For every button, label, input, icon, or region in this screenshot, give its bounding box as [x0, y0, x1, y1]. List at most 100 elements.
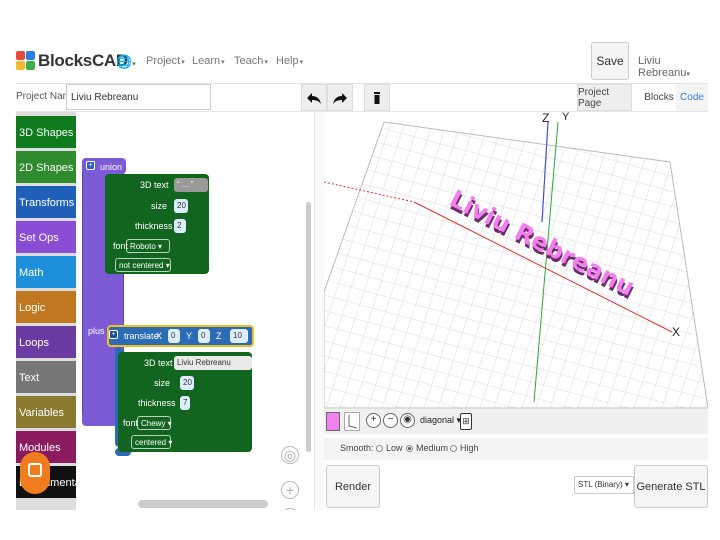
translate-z-label: Z: [216, 331, 222, 341]
viewer-toolbar: + − ◉ diagonal ▾ ⊞: [324, 408, 708, 434]
export-format-select[interactable]: STL (Binary) ▾: [574, 476, 634, 494]
menu-learn[interactable]: Learn▾: [192, 55, 225, 67]
text1-align-dropdown[interactable]: not centered ▾: [115, 258, 171, 272]
user-menu[interactable]: Liviu Rebreanu▾: [638, 55, 708, 79]
toolbox-category-2d-shapes[interactable]: 2D Shapes: [16, 151, 76, 183]
text1-thickness-label: thickness: [135, 221, 173, 231]
text1-label: 3D text: [140, 180, 169, 190]
text1-size-field[interactable]: 20: [174, 199, 188, 213]
toolbox-category-variables[interactable]: Variables: [16, 396, 76, 428]
recenter-icon[interactable]: ◎: [281, 446, 299, 464]
render-button[interactable]: Render: [326, 465, 380, 508]
grid-plane: [324, 122, 708, 408]
toolbox: 3D Shapes 2D Shapes Transforms Set Ops Math L…: [16, 112, 76, 510]
workspace-vertical-scrollbar[interactable]: [306, 202, 311, 452]
union-label: union: [100, 162, 123, 172]
text2-size-label: size: [154, 378, 171, 388]
axis-x-label: X: [672, 325, 680, 339]
menu-learn-label: Learn: [192, 55, 221, 67]
help-chat-button[interactable]: [20, 452, 50, 494]
translate-y-field[interactable]: 0: [198, 329, 210, 343]
screenshot-icon[interactable]: ⊞: [460, 413, 472, 430]
text2-thickness-field[interactable]: 7: [180, 396, 190, 410]
generate-stl-button[interactable]: Generate STL: [634, 465, 708, 508]
export-format-value: STL (Binary): [578, 480, 623, 489]
text2-font-dropdown[interactable]: Chewy ▾: [137, 416, 172, 430]
text2-label: 3D text: [144, 358, 173, 368]
radio-medium-icon: [406, 445, 413, 452]
export-bar: Render STL (Binary) ▾ Generate STL: [324, 462, 708, 510]
translate-z-field[interactable]: 10: [230, 329, 248, 343]
text2-size-field[interactable]: 20: [180, 376, 194, 390]
text2-align-dropdown[interactable]: centered ▾: [131, 435, 172, 449]
smooth-low-radio[interactable]: Low: [376, 443, 403, 453]
tab-blocks[interactable]: Blocks: [642, 84, 676, 111]
zoom-out-icon[interactable]: −: [281, 508, 299, 510]
brand-name: BlocksCAD: [38, 51, 128, 70]
tab-code[interactable]: Code: [676, 84, 708, 111]
redo-button[interactable]: [327, 84, 353, 111]
menu-project-label: Project: [146, 55, 181, 67]
text1-align-value: not centered: [119, 261, 164, 270]
smooth-medium-radio[interactable]: Medium: [406, 443, 448, 453]
delete-button[interactable]: [364, 84, 390, 111]
blocks-workspace[interactable]: 3D Shapes 2D Shapes Transforms Set Ops Math L…: [16, 112, 308, 510]
toolbox-category-math[interactable]: Math: [16, 256, 76, 288]
text2-font-label: font: [123, 418, 139, 428]
zoom-out-view-icon[interactable]: −: [383, 413, 398, 428]
translate-label: translate: [124, 331, 159, 341]
translate-x-field[interactable]: 0: [168, 329, 180, 343]
text1-font-value: Roboto: [130, 242, 156, 251]
translate-mutator-icon[interactable]: +: [109, 330, 118, 339]
render-canvas[interactable]: Z Y X Liviu Rebreanu Liviu Rebreanu: [324, 112, 708, 408]
undo-arrow-icon: [307, 92, 321, 104]
toolbox-category-transforms[interactable]: Transforms: [16, 186, 76, 218]
project-name-input[interactable]: [66, 84, 211, 110]
toolbox-category-3d-shapes[interactable]: 3D Shapes: [16, 116, 76, 148]
smooth-medium-label: Medium: [416, 443, 449, 453]
blockscad-logo[interactable]: BlocksCAD: [16, 50, 128, 72]
color-swatch[interactable]: [326, 412, 340, 431]
translate-y-label: Y: [186, 331, 193, 341]
translate-x-label: X: [156, 331, 163, 341]
undo-button[interactable]: [301, 84, 327, 111]
zoom-in-view-icon[interactable]: +: [366, 413, 381, 428]
menu-project[interactable]: Project▾: [146, 55, 185, 67]
axes-toggle-icon[interactable]: [344, 412, 360, 431]
text1-size-label: size: [151, 201, 168, 211]
project-page-button[interactable]: Project Page: [577, 84, 632, 111]
menu-teach-label: Teach: [234, 55, 264, 67]
language-globe-icon[interactable]: 🌐▾: [116, 54, 136, 70]
trash-icon: [374, 91, 380, 104]
mutator-icon[interactable]: +: [86, 161, 95, 170]
menu-teach[interactable]: Teach▾: [234, 55, 268, 67]
workspace-horizontal-scrollbar[interactable]: [138, 500, 268, 508]
toolbox-category-loops[interactable]: Loops: [16, 326, 76, 358]
panel-divider[interactable]: [314, 112, 324, 510]
smooth-label: Smooth:: [340, 443, 374, 453]
radio-high-icon: [450, 445, 457, 452]
smooth-high-radio[interactable]: High: [450, 443, 479, 453]
toolbox-category-set-ops[interactable]: Set Ops: [16, 221, 76, 253]
smooth-high-label: High: [460, 443, 479, 453]
zoom-in-icon[interactable]: +: [281, 481, 299, 499]
text1-font-dropdown[interactable]: Roboto ▾: [126, 239, 170, 253]
view-mode-dropdown[interactable]: diagonal ▾: [420, 415, 461, 426]
text2-thickness-label: thickness: [138, 398, 176, 408]
chat-bubble-icon: [28, 463, 42, 477]
text1-thickness-field[interactable]: 2: [174, 219, 186, 233]
menu-help[interactable]: Help▾: [276, 55, 303, 67]
radio-low-icon: [376, 445, 383, 452]
reset-view-icon[interactable]: ◉: [400, 413, 415, 428]
toolbox-category-logic[interactable]: Logic: [16, 291, 76, 323]
axis-z-label: Z: [542, 112, 549, 125]
menu-help-label: Help: [276, 55, 299, 67]
axis-y-label: Y: [562, 112, 570, 123]
text1-string-field[interactable]: “ ... ”: [174, 178, 208, 192]
text2-string-field[interactable]: Liviu Rebreanu: [174, 356, 252, 370]
text2-align-value: centered: [135, 438, 167, 447]
3d-viewer[interactable]: Z Y X Liviu Rebreanu Liviu Rebreanu: [324, 112, 708, 408]
smooth-low-label: Low: [386, 443, 403, 453]
save-button[interactable]: Save: [591, 42, 629, 80]
toolbox-category-text[interactable]: Text: [16, 361, 76, 393]
